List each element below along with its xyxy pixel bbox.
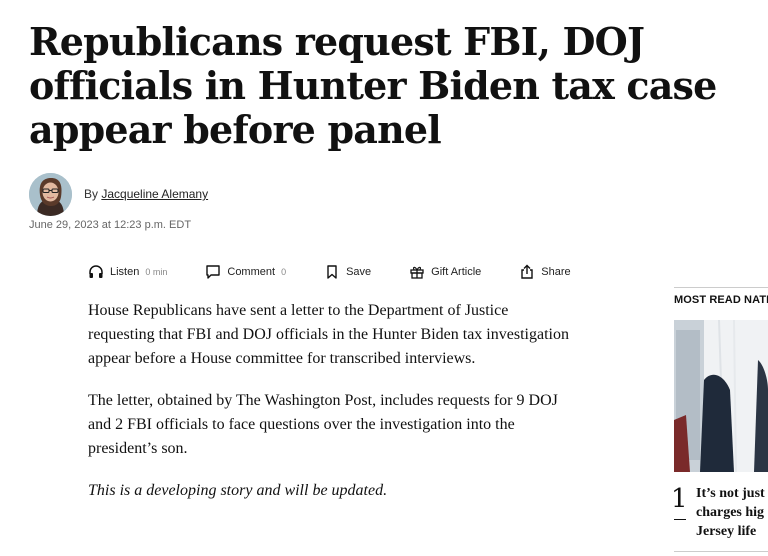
author-avatar[interactable] — [29, 173, 72, 216]
publish-date: June 29, 2023 at 12:23 p.m. EDT — [29, 219, 192, 231]
comment-icon — [206, 265, 221, 279]
gift-label: Gift Article — [431, 266, 482, 278]
most-read-headline[interactable]: It’s not just charges hig Jersey life — [696, 484, 768, 541]
article-paragraph: The letter, obtained by The Washington P… — [88, 392, 558, 457]
save-label: Save — [346, 266, 372, 278]
author-link[interactable]: Jacqueline Alemany — [101, 187, 208, 201]
share-icon — [521, 264, 533, 279]
share-label: Share — [541, 266, 571, 278]
most-read-thumbnail[interactable] — [674, 320, 768, 472]
rail-bottom-divider — [674, 551, 768, 552]
most-read-rank: 1 — [671, 484, 688, 514]
gift-article-button[interactable]: Gift Article — [409, 264, 481, 280]
article-toolbar: Listen 0 min Comment 0 Save Gift Article… — [88, 263, 609, 281]
article-headline: Republicans request FBI, DOJ officials i… — [29, 19, 717, 152]
rail-divider — [674, 287, 768, 288]
developing-story-note: This is a developing story and will be u… — [88, 482, 388, 499]
byline-prefix: By — [84, 187, 99, 201]
bookmark-icon — [327, 265, 337, 279]
listen-button[interactable]: Listen 0 min — [88, 264, 167, 280]
gift-icon — [410, 266, 424, 279]
byline: By Jacqueline Alemany — [84, 187, 208, 201]
most-read-heading: MOST READ NATI — [674, 294, 768, 306]
comment-label: Comment — [227, 266, 276, 278]
share-button[interactable]: Share — [519, 264, 571, 280]
listen-duration: 0 min — [145, 267, 168, 277]
rank-underline — [674, 519, 686, 520]
comment-count: 0 — [281, 267, 287, 277]
article-body: House Republicans have sent a letter to … — [88, 299, 573, 521]
headphones-icon — [89, 265, 103, 278]
listen-label: Listen — [110, 266, 140, 278]
save-button[interactable]: Save — [324, 264, 371, 280]
comment-button[interactable]: Comment 0 — [205, 264, 286, 280]
article-paragraph: House Republicans have sent a letter to … — [88, 302, 569, 367]
